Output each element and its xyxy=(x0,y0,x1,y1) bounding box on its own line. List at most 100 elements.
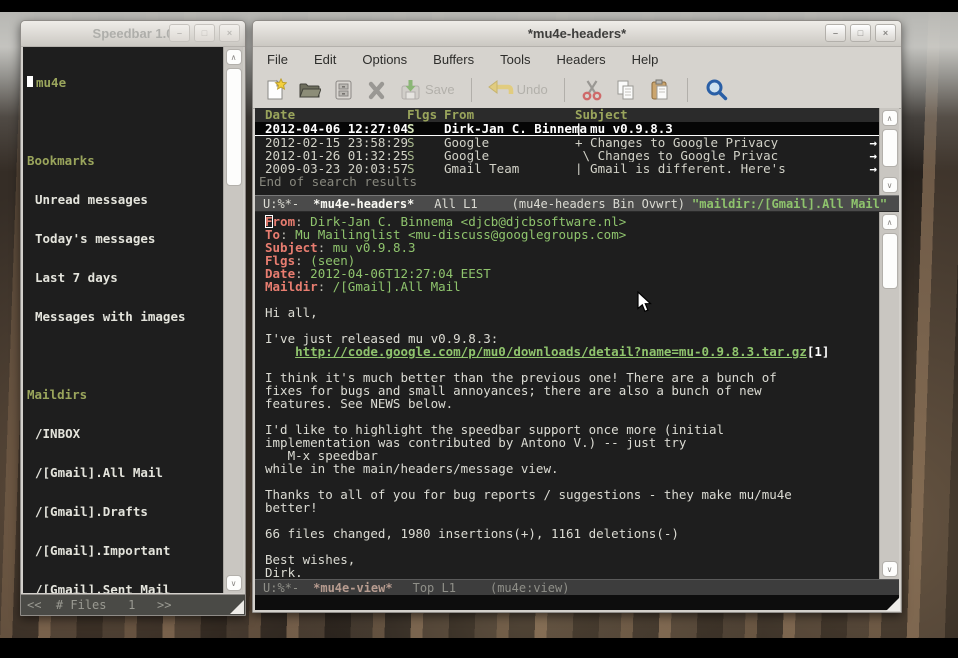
undo-button[interactable]: Undo xyxy=(488,78,548,102)
scroll-down-icon[interactable]: ∨ xyxy=(882,177,898,193)
speedbar-section-bookmarks[interactable]: Bookmarks xyxy=(27,154,223,167)
message-body-line: better! xyxy=(265,501,879,514)
message-header-field: Subject: mu v0.9.8.3 xyxy=(265,241,879,254)
scroll-thumb[interactable] xyxy=(226,68,242,186)
scroll-thumb[interactable] xyxy=(882,129,898,167)
scroll-up-icon[interactable]: ∧ xyxy=(882,214,898,230)
menu-help[interactable]: Help xyxy=(632,52,659,67)
speedbar-item-important[interactable]: /[Gmail].Important xyxy=(27,544,223,557)
message-body-line: Best wishes, xyxy=(265,553,879,566)
link-footnote-ref: [1] xyxy=(807,344,830,359)
message-body-line: while in the main/headers/message view. xyxy=(265,462,879,475)
save-label: Save xyxy=(425,82,455,97)
message-body-line xyxy=(265,540,879,553)
maximize-icon[interactable]: □ xyxy=(850,24,871,42)
undo-label: Undo xyxy=(517,82,548,97)
minimize-icon[interactable]: – xyxy=(169,24,190,42)
message-body-line: implementation was contributed by Antono… xyxy=(265,436,879,449)
speedbar-item-unread-messages[interactable]: Unread messages xyxy=(27,193,223,206)
download-link[interactable]: http://code.google.com/p/mu0/downloads/d… xyxy=(295,344,807,359)
speedbar-titlebar[interactable]: Speedbar 1.0 – □ × xyxy=(21,21,245,47)
headers-scrollbar[interactable]: ∧ ∨ xyxy=(879,108,899,195)
file-cabinet-button[interactable] xyxy=(332,78,355,102)
modeline-status: U:%*- xyxy=(263,197,299,211)
message-body-line xyxy=(265,410,879,423)
message-body-line: Dirk. xyxy=(265,566,879,579)
modeline-position: Top L1 xyxy=(413,581,456,595)
copy-button[interactable] xyxy=(614,78,637,102)
field-label: Maildir xyxy=(265,279,318,294)
new-file-button[interactable] xyxy=(265,78,287,102)
paste-button[interactable] xyxy=(648,78,671,102)
field-value: /[Gmail].All Mail xyxy=(333,279,461,294)
minibuffer-echo-area[interactable] xyxy=(255,595,899,610)
speedbar-item-sent-mail[interactable]: /[Gmail].Sent Mail xyxy=(27,583,223,593)
scroll-up-icon[interactable]: ∧ xyxy=(882,110,898,126)
message-body-line: features. See NEWS below. xyxy=(265,397,879,410)
modeline-modes: (mu4e:view) xyxy=(490,581,569,595)
modeline-status: U:%*- xyxy=(263,581,299,595)
close-icon[interactable]: × xyxy=(875,24,896,42)
row-subject: | Gmail is different. Here's xyxy=(575,162,863,175)
speedbar-scrollbar[interactable]: ∧ ∨ xyxy=(223,47,243,593)
cut-button[interactable] xyxy=(581,78,603,102)
scroll-thumb[interactable] xyxy=(882,233,898,289)
menu-options[interactable]: Options xyxy=(362,52,407,67)
speedbar-item-all-mail[interactable]: /[Gmail].All Mail xyxy=(27,466,223,479)
speedbar-window: Speedbar 1.0 – □ × mu4e Bookmarks Unread… xyxy=(20,20,246,616)
message-body-line: http://code.google.com/p/mu0/downloads/d… xyxy=(265,345,879,358)
message-body-line xyxy=(265,475,879,488)
speedbar-item-todays-messages[interactable]: Today's messages xyxy=(27,232,223,245)
message-body-line: Thanks to all of you for bug reports / s… xyxy=(265,488,879,501)
row-subject: \ Changes to Google Privac xyxy=(575,149,863,162)
new-file-icon xyxy=(265,78,287,102)
mu4e-view-pane: From: Dirk-Jan C. Binnema <djcb@djcbsoft… xyxy=(255,212,899,579)
speedbar-item-messages-with-images[interactable]: Messages with images xyxy=(27,310,223,323)
maximize-icon[interactable]: □ xyxy=(194,24,215,42)
speedbar-title: Speedbar 1.0 xyxy=(93,26,174,41)
tool-bar: Save Undo xyxy=(253,71,901,109)
column-subject: Subject xyxy=(575,108,879,122)
modeline-buffer-name: *mu4e-headers* xyxy=(313,197,414,211)
speedbar-section-maildirs[interactable]: Maildirs xyxy=(27,388,223,401)
speedbar-root-mu4e[interactable]: mu4e xyxy=(36,75,66,90)
emacs-main-window: *mu4e-headers* – □ × File Edit Options B… xyxy=(252,20,902,613)
main-titlebar[interactable]: *mu4e-headers* – □ × xyxy=(253,21,901,47)
message-body-line: I think it's much better than the previo… xyxy=(265,371,879,384)
menu-edit[interactable]: Edit xyxy=(314,52,336,67)
speedbar-item-last-7-days[interactable]: Last 7 days xyxy=(27,271,223,284)
field-colon: : xyxy=(318,279,333,294)
scroll-down-icon[interactable]: ∨ xyxy=(226,575,242,591)
menu-tools[interactable]: Tools xyxy=(500,52,530,67)
mouse-cursor-icon xyxy=(637,291,652,314)
scroll-up-icon[interactable]: ∧ xyxy=(226,49,242,65)
open-button[interactable] xyxy=(298,78,321,102)
editor-area: Date Flgs From Subject 2012-04-06 12:27:… xyxy=(255,108,899,610)
menu-file[interactable]: File xyxy=(267,52,288,67)
resize-grip[interactable] xyxy=(886,597,900,611)
modeline-modes: (mu4e-headers Bin Ovwrt) xyxy=(512,197,685,211)
message-body-line xyxy=(265,319,879,332)
save-button[interactable]: Save xyxy=(399,78,455,102)
minimize-icon[interactable]: – xyxy=(825,24,846,42)
close-icon[interactable]: × xyxy=(219,24,240,42)
end-of-search-results: End of search results xyxy=(255,175,879,188)
resize-grip[interactable] xyxy=(230,600,244,614)
search-button[interactable] xyxy=(704,77,729,102)
menu-buffers[interactable]: Buffers xyxy=(433,52,474,67)
menu-headers[interactable]: Headers xyxy=(556,52,605,67)
scroll-down-icon[interactable]: ∨ xyxy=(882,561,898,577)
message-body-line: M-x speedbar xyxy=(265,449,879,462)
view-scrollbar[interactable]: ∧ ∨ xyxy=(879,212,899,579)
speedbar-item-inbox[interactable]: /INBOX xyxy=(27,427,223,440)
speedbar-status-bar[interactable]: << # Files 1 >> xyxy=(21,594,245,615)
close-buffer-button[interactable] xyxy=(366,78,388,102)
message-body-line: fixes for bugs and small annoyances; the… xyxy=(265,384,879,397)
cut-scissors-icon xyxy=(581,78,603,102)
mu4e-headers-pane: Date Flgs From Subject 2012-04-06 12:27:… xyxy=(255,108,899,195)
file-cabinet-icon xyxy=(332,78,355,102)
paste-clipboard-icon xyxy=(648,78,671,102)
message-header-field: Maildir: /[Gmail].All Mail xyxy=(265,280,879,293)
header-row[interactable]: 2012-04-06 12:27:04SDirk-Jan C. Binnema|… xyxy=(255,122,879,136)
speedbar-item-drafts[interactable]: /[Gmail].Drafts xyxy=(27,505,223,518)
